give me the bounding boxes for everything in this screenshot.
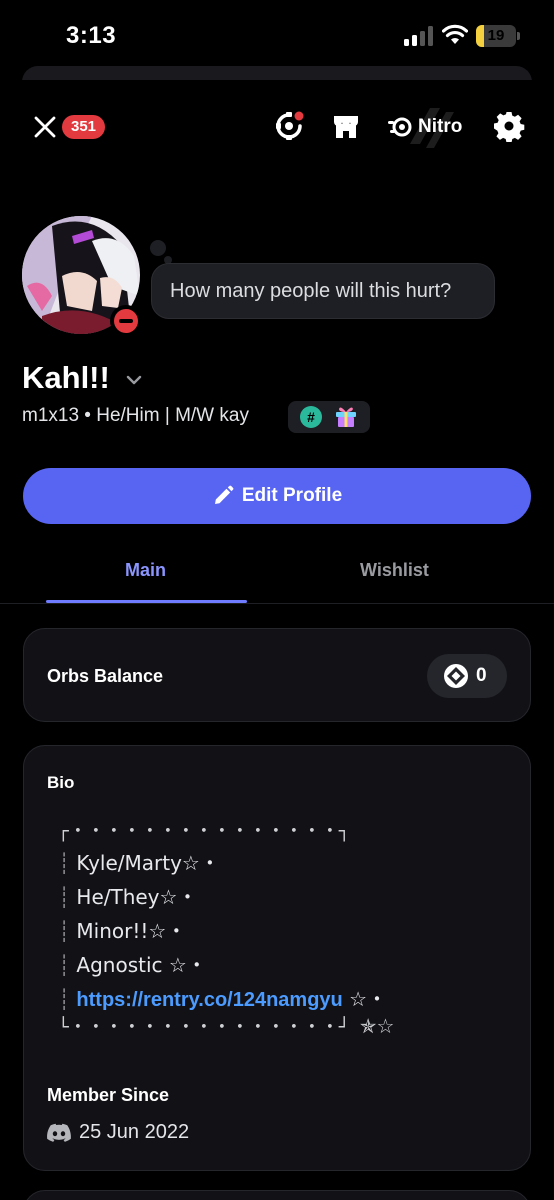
shop-icon[interactable] [330, 110, 362, 142]
bio-line-bar: ┊ [58, 919, 77, 943]
gear-icon[interactable] [493, 110, 525, 142]
bio-line-text: He/They☆・ [76, 885, 198, 909]
notification-badge[interactable]: 351 [62, 115, 106, 139]
edit-profile-label: Edit Profile [241, 485, 343, 506]
status-bar: 3:13 19 [0, 0, 554, 70]
display-name: Kahl!! [22, 360, 110, 395]
bio-line-text: Agnostic ☆・ [76, 953, 207, 977]
bio-line: ┊ He/They☆・ [58, 881, 197, 910]
bio-line-bar: ┊ [58, 885, 77, 909]
bio-title: Bio [47, 773, 75, 792]
tab-wishlist[interactable]: Wishlist [360, 560, 429, 581]
orbs-balance-value: 0 [476, 665, 487, 686]
bio-line-bar: ┊ [58, 987, 77, 1011]
bio-link[interactable]: https://rentry.co/124namgyu [76, 989, 342, 1011]
bio-border-bottom-text: └・・・・・・・・・・・・・・・┘ [58, 1017, 350, 1038]
pencil-icon [214, 485, 234, 504]
bio-line-bar: ┊ [58, 851, 77, 875]
battery-percent: 19 [487, 27, 505, 44]
edit-profile-button[interactable]: Edit Profile [23, 468, 531, 524]
discord-logo-icon [47, 1123, 71, 1142]
next-card-peek [23, 1190, 531, 1200]
bio-line-bar: ┊ [58, 953, 77, 977]
bio-line: ┊ Minor!!☆・ [58, 915, 186, 944]
bio-border-bottom: └・・・・・・・・・・・・・・・┘ ✯☆ [58, 1013, 394, 1039]
nitro-button[interactable]: Nitro [388, 110, 462, 144]
hashtag-badge-icon[interactable]: # [300, 406, 322, 428]
cellular-signal-icon [404, 26, 433, 46]
bio-border-top: ┌・・・・・・・・・・・・・・・┐ [58, 821, 350, 842]
member-since-date: 25 Jun 2022 [79, 1121, 190, 1143]
close-icon[interactable] [30, 112, 60, 142]
gift-badge-icon[interactable] [334, 404, 358, 428]
bio-line-text: Minor!!☆・ [76, 919, 187, 943]
dnd-status-icon [114, 309, 138, 333]
bio-link-suffix: ☆・ [342, 987, 388, 1011]
username-pronouns: m1x13 • He/Him | M/W kay [22, 405, 249, 426]
status-activity-icon[interactable] [273, 110, 305, 142]
member-since-title: Member Since [47, 1085, 170, 1105]
thought-bubble-dot [150, 240, 166, 256]
tab-main[interactable]: Main [125, 560, 166, 581]
bio-line: ┊ Kyle/Marty☆・ [58, 847, 220, 876]
battery-icon: 19 [476, 25, 516, 47]
tab-divider [0, 603, 554, 604]
wifi-icon [442, 24, 468, 44]
bio-line-text: Kyle/Marty☆・ [76, 851, 220, 875]
nitro-label: Nitro [418, 116, 463, 137]
orbs-balance-label: Orbs Balance [47, 666, 164, 686]
chevron-down-icon[interactable] [124, 370, 144, 390]
nitro-icon [388, 117, 412, 137]
bio-link-line: ┊ https://rentry.co/124namgyu ☆・ [58, 983, 387, 1012]
bio-border-suffix: ✯☆ [359, 1014, 395, 1038]
orb-icon [444, 664, 468, 688]
clock: 3:13 [66, 22, 117, 49]
custom-status-bubble[interactable]: How many people will this hurt? [151, 263, 495, 319]
bio-line: ┊ Agnostic ☆・ [58, 949, 207, 978]
battery-tip [517, 32, 520, 40]
